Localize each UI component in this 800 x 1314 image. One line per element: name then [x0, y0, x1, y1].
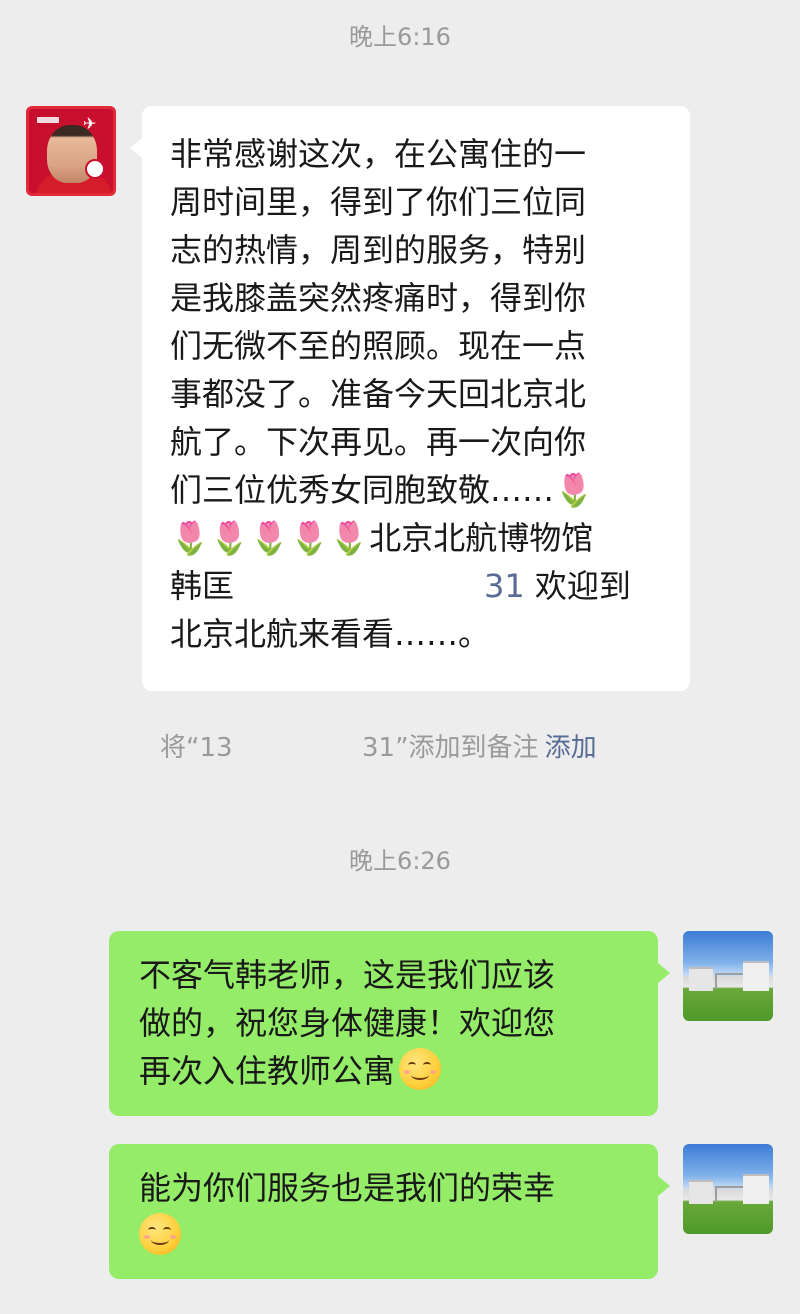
smile-emoji-icon: [139, 1213, 181, 1255]
remark-prompt-text: 将“13: [160, 733, 233, 763]
message-line: 再次入住教师公寓: [139, 1047, 634, 1095]
remark-prompt-text: 31”添加到备注: [362, 733, 539, 763]
tulip-icon: 🌷: [170, 519, 210, 557]
phone-number-link[interactable]: 31: [484, 567, 525, 605]
timestamp-second: 晚上6:26: [349, 847, 451, 875]
message-line: 周时间里，得到了你们三位同: [170, 183, 587, 221]
message-line: 们三位优秀女同胞致敬……🌷: [170, 466, 660, 514]
message-line: 是我膝盖突然疼痛时，得到你: [170, 279, 587, 317]
message-line: 非常感谢这次，在公寓住的一: [170, 135, 587, 173]
message-line: 做的，祝您身体健康！欢迎您: [139, 1004, 556, 1042]
message-line: [139, 1212, 634, 1260]
outgoing-message-bubble[interactable]: 能为你们服务也是我们的荣幸: [109, 1144, 670, 1279]
message-line: 航了。下次再见。再一次向你: [170, 423, 587, 461]
airplane-icon: ✈: [83, 114, 97, 133]
message-line: 北京北航来看看……。: [170, 615, 491, 653]
outgoing-message-bubble[interactable]: 不客气韩老师，这是我们应该 做的，祝您身体健康！欢迎您 再次入住教师公寓: [109, 931, 670, 1116]
avatar-badge: [37, 117, 59, 123]
message-line: 事都没了。准备今天回北京北: [170, 375, 587, 413]
avatar-building: [689, 1180, 713, 1204]
incoming-message-bubble[interactable]: 非常感谢这次，在公寓住的一 周时间里，得到了你们三位同 志的热情，周到的服务，特…: [130, 106, 690, 691]
remark-prompt-text-end: 31”添加到备注 添加: [362, 730, 597, 766]
message-text: 欢迎到: [524, 567, 631, 605]
message-line: 韩匡 31 欢迎到: [170, 562, 660, 610]
message-line: 志的热情，周到的服务，特别: [170, 231, 587, 269]
message-text: 再次入住教师公寓: [139, 1052, 396, 1090]
message-text: 们三位优秀女同胞致敬……: [170, 471, 555, 509]
tulip-icon: 🌷: [209, 519, 250, 557]
avatar-building: [743, 1174, 769, 1204]
tulip-icon: 🌷: [329, 519, 370, 557]
timestamp-first: 晚上6:16: [349, 23, 451, 51]
sender-avatar[interactable]: ✈: [26, 106, 116, 196]
tulip-icon: 🌷: [249, 519, 290, 557]
own-avatar[interactable]: [683, 1144, 773, 1234]
message-line: 能为你们服务也是我们的荣幸: [139, 1169, 556, 1207]
own-avatar[interactable]: [683, 931, 773, 1021]
add-remark-link[interactable]: 添加: [545, 733, 597, 763]
tulip-icon: 🌷: [554, 471, 594, 509]
message-line: 🌷🌷🌷🌷🌷北京北航博物馆: [170, 514, 660, 562]
avatar-building: [689, 967, 713, 991]
message-text: 北京北航博物馆: [369, 519, 594, 557]
seal-icon: [85, 159, 105, 179]
tulip-icon: 🌷: [289, 519, 330, 557]
message-text: 韩匡: [170, 567, 235, 605]
avatar-building: [743, 961, 769, 991]
message-line: 不客气韩老师，这是我们应该: [139, 956, 556, 994]
smile-emoji-icon: [399, 1048, 442, 1090]
message-line: 们无微不至的照顾。现在一点: [170, 327, 587, 365]
